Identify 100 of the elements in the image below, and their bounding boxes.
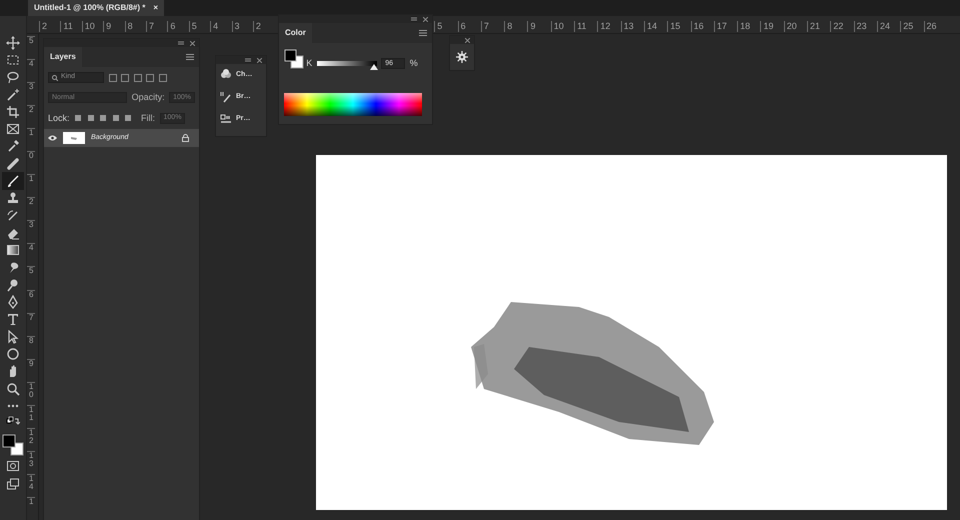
- ruler-label: 13: [620, 21, 644, 32]
- ruler-label: 2: [252, 21, 274, 32]
- properties-icon: [220, 113, 232, 125]
- frame-icon: [6, 122, 20, 136]
- layer-thumbnail: [63, 132, 85, 144]
- ruler-label: 8: [124, 21, 146, 32]
- pen-icon: [6, 295, 20, 310]
- ruler-label: 4: [27, 243, 35, 266]
- ruler-label: 25: [900, 21, 924, 32]
- ruler-label: 21: [807, 21, 830, 32]
- ruler-label: 8: [27, 336, 35, 359]
- channels-icon: [220, 69, 232, 81]
- ruler-label: 9: [103, 21, 125, 32]
- ruler-label: 9: [27, 358, 35, 382]
- eyedropper-icon: [6, 139, 20, 154]
- close-icon[interactable]: [257, 58, 262, 62]
- gradient-icon: [6, 243, 20, 258]
- ruler-label: 4: [210, 21, 232, 32]
- ruler-label: 11: [574, 21, 598, 32]
- ruler-label: 19: [760, 21, 784, 32]
- magic-wand-icon: [6, 88, 20, 102]
- ruler-label: 8: [504, 21, 528, 32]
- opacity-label: Opacity:: [132, 91, 165, 104]
- ruler-label: 16: [690, 21, 714, 32]
- menu-icon[interactable]: [419, 30, 427, 36]
- ruler-label: 26: [924, 21, 947, 32]
- collapse-icon[interactable]: [411, 17, 417, 21]
- channel-label: K: [306, 57, 312, 70]
- ruler-label: 17: [714, 21, 738, 32]
- ruler-label: 3: [27, 82, 35, 106]
- ruler-label: 6: [458, 21, 481, 32]
- ruler-label: 9: [527, 21, 551, 32]
- color-swatches-icon: [2, 434, 24, 456]
- fill-label: Fill:: [141, 112, 156, 124]
- panel-tab[interactable]: Layers: [44, 47, 82, 67]
- ruler-label: 23: [854, 21, 877, 32]
- ruler-label: 13: [27, 450, 35, 474]
- ruler-label: 10: [27, 382, 35, 405]
- tool-button[interactable]: [2, 432, 24, 458]
- tool-button[interactable]: [2, 172, 24, 190]
- ruler-label: 1: [27, 496, 35, 520]
- gear-icon[interactable]: [456, 51, 468, 63]
- lock-label: Lock:: [48, 112, 70, 124]
- ruler-label: 5: [27, 36, 35, 60]
- ruler-label: 11: [60, 21, 82, 32]
- arrow-cursor-icon: [6, 330, 20, 344]
- ruler-label: 7: [146, 21, 168, 32]
- ruler-label: 15: [667, 21, 691, 32]
- ruler-label: 10: [82, 21, 104, 32]
- ruler-label: 14: [27, 474, 35, 497]
- ruler-label: 7: [480, 21, 504, 32]
- ruler-label: 10: [550, 21, 574, 32]
- ruler-label: 5: [188, 21, 210, 32]
- menu-icon[interactable]: [186, 54, 194, 60]
- quick-mask-icon: [6, 459, 20, 474]
- ruler-label: 5: [434, 21, 458, 32]
- search-icon: [52, 74, 58, 80]
- bandage-icon: [6, 156, 20, 171]
- ruler-label: 2: [39, 21, 60, 32]
- brushes-icon: [220, 91, 232, 103]
- ellipse-icon: [6, 346, 20, 361]
- lasso-icon: [6, 70, 20, 84]
- ruler-label: 24: [876, 21, 900, 32]
- stamp-icon: [6, 191, 20, 206]
- eye-icon[interactable]: [48, 135, 57, 141]
- close-icon[interactable]: [423, 16, 428, 22]
- close-icon[interactable]: [190, 40, 195, 46]
- ruler-label: 5: [27, 266, 35, 290]
- unit-label: %: [410, 57, 418, 70]
- collapse-icon[interactable]: [178, 41, 184, 45]
- screen-mode-icon: [6, 476, 20, 491]
- marquee-icon: [6, 52, 20, 67]
- ruler-label: 18: [737, 21, 760, 32]
- ruler-label: 2: [27, 105, 35, 128]
- ruler-label: 14: [644, 21, 668, 32]
- type-tool-icon: [6, 312, 20, 326]
- panel-tab[interactable]: Color: [279, 23, 312, 43]
- ruler-label: 7: [27, 312, 35, 336]
- collapse-icon[interactable]: [245, 58, 251, 62]
- ruler-label: 11: [27, 404, 35, 428]
- ruler-label: 22: [830, 21, 854, 32]
- ruler-label: 6: [27, 290, 35, 313]
- document-tab[interactable]: Untitled-1 @ 100% (RGB/8#) * ×: [28, 0, 164, 16]
- color-spectrum[interactable]: [284, 92, 422, 116]
- ruler-label: 1: [27, 128, 35, 152]
- ruler-label: 2: [27, 197, 35, 220]
- close-icon[interactable]: ×: [153, 2, 158, 14]
- ruler-label: 3: [232, 21, 253, 32]
- color-swatches-icon[interactable]: [284, 49, 304, 69]
- zoom-icon: [6, 382, 20, 396]
- dodge-icon: [6, 278, 20, 292]
- ruler-label: 12: [597, 21, 621, 32]
- close-icon[interactable]: [465, 38, 470, 42]
- ruler-label: 1: [27, 174, 35, 198]
- ruler-label: 20: [784, 21, 808, 32]
- document-title: Untitled-1 @ 100% (RGB/8#) *: [34, 2, 146, 14]
- history-brush-icon: [6, 208, 20, 223]
- ruler-label: 6: [167, 21, 189, 32]
- ruler-label: 4: [27, 59, 35, 82]
- ruler-label: 3: [27, 220, 35, 244]
